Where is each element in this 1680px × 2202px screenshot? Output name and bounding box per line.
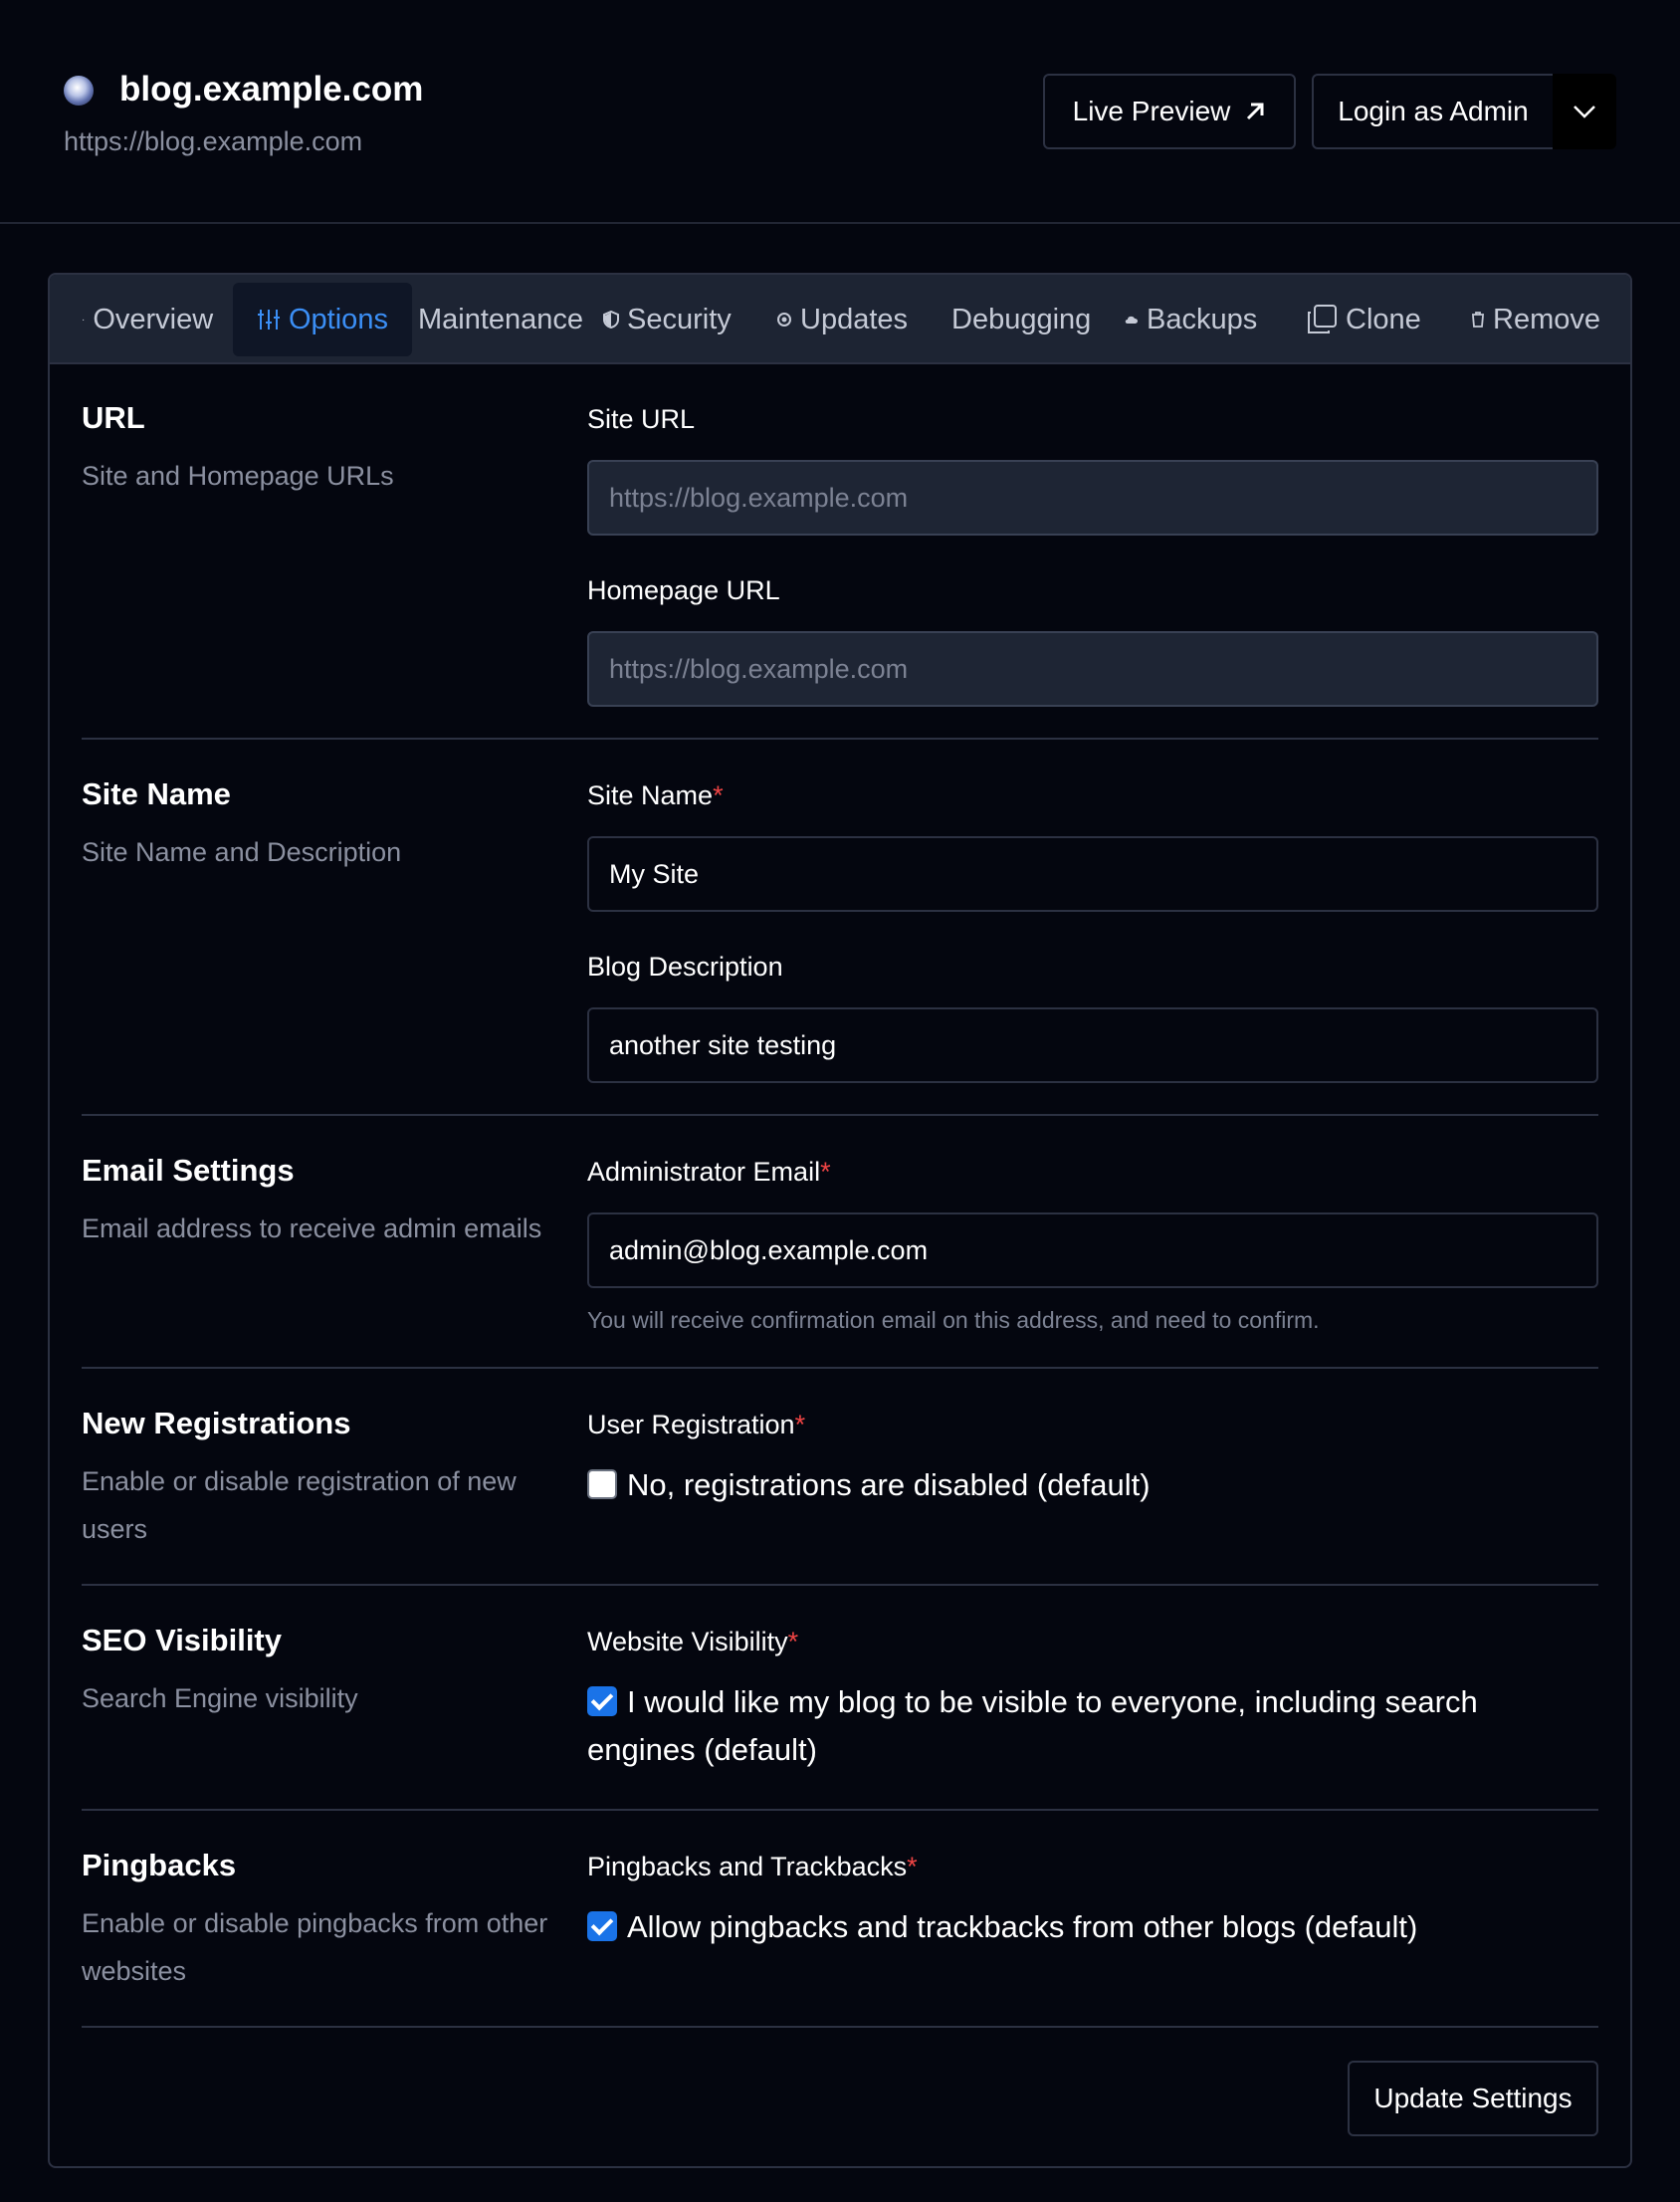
tab-overview[interactable]: · Overview: [82, 283, 213, 356]
tab-label: Clone: [1346, 303, 1421, 335]
live-preview-label: Live Preview: [1072, 96, 1231, 126]
pingbacks-option: Allow pingbacks and trackbacks from othe…: [587, 1903, 1582, 1951]
tab-label: Remove: [1493, 303, 1600, 335]
divider: [82, 1367, 1598, 1369]
tab-bar: · Overview Options Maintenance Security: [50, 275, 1630, 364]
copy-icon: [1308, 305, 1337, 333]
tab-backups[interactable]: Backups: [1125, 283, 1257, 356]
tab-label: Security: [627, 303, 732, 335]
tab-label: Options: [289, 303, 388, 335]
admin-email-input[interactable]: [587, 1212, 1598, 1288]
section-title-pingbacks: Pingbacks: [82, 1848, 237, 1882]
blog-description-input[interactable]: [587, 1007, 1598, 1083]
visibility-option: I would like my blog to be visible to ev…: [587, 1678, 1582, 1774]
divider: [82, 738, 1598, 740]
visibility-checkbox[interactable]: [587, 1686, 617, 1716]
target-icon: [777, 313, 791, 327]
tab-clone[interactable]: Clone: [1306, 283, 1421, 356]
visibility-option-label: I would like my blog to be visible to ev…: [587, 1684, 1478, 1767]
sliders-icon: [258, 310, 280, 330]
tab-security[interactable]: Security: [603, 283, 732, 356]
section-desc-url: Site and Homepage URLs: [82, 461, 394, 491]
blog-description-label: Blog Description: [587, 952, 783, 982]
pingbacks-option-label: Allow pingbacks and trackbacks from othe…: [627, 1909, 1418, 1944]
tab-remove[interactable]: Remove: [1471, 283, 1600, 356]
section-desc-seo: Search Engine visibility: [82, 1683, 358, 1713]
login-admin-button[interactable]: Login as Admin: [1312, 74, 1555, 149]
globe-icon: [64, 76, 94, 106]
pingbacks-label: Pingbacks and Trackbacks*: [587, 1852, 918, 1881]
divider: [82, 2026, 1598, 2028]
tab-label: Backups: [1147, 303, 1258, 335]
tab-updates[interactable]: Updates: [776, 283, 908, 356]
tab-label: Overview: [93, 303, 214, 335]
section-desc-pingbacks: Enable or disable pingbacks from other w…: [82, 1908, 548, 1986]
site-url-input[interactable]: [587, 460, 1598, 536]
required-marker: *: [713, 780, 724, 810]
section-title-url: URL: [82, 400, 145, 435]
required-marker: *: [794, 1410, 806, 1439]
registration-checkbox[interactable]: [587, 1469, 617, 1499]
cloud-icon: [1125, 316, 1138, 324]
site-name-input[interactable]: [587, 836, 1598, 912]
login-admin-label: Login as Admin: [1338, 96, 1529, 126]
required-marker: *: [787, 1627, 799, 1656]
user-registration-label: User Registration*: [587, 1410, 806, 1439]
update-settings-label: Update Settings: [1373, 2083, 1573, 2113]
section-title-email: Email Settings: [82, 1153, 295, 1188]
site-title: blog.example.com: [119, 70, 424, 109]
tab-debugging[interactable]: Debugging: [951, 283, 1091, 356]
tab-maintenance[interactable]: Maintenance: [418, 283, 583, 356]
tab-label: Updates: [800, 303, 909, 335]
registration-option-label: No, registrations are disabled (default): [627, 1467, 1151, 1502]
site-name-label: Site Name*: [587, 780, 724, 810]
site-url-label: Site URL: [587, 404, 696, 434]
live-preview-button[interactable]: Live Preview: [1043, 74, 1296, 149]
website-visibility-label: Website Visibility*: [587, 1627, 799, 1656]
tab-options[interactable]: Options: [233, 283, 412, 356]
section-title-registrations: New Registrations: [82, 1406, 351, 1440]
login-dropdown-button[interactable]: [1553, 74, 1616, 149]
chevron-down-icon: [1574, 106, 1595, 118]
update-settings-button[interactable]: Update Settings: [1348, 2061, 1598, 2136]
section-title-site-name: Site Name: [82, 776, 231, 811]
section-desc-site-name: Site Name and Description: [82, 837, 402, 867]
section-desc-email: Email address to receive admin emails: [82, 1213, 542, 1243]
homepage-url-label: Homepage URL: [587, 575, 780, 605]
site-url: https://blog.example.com: [64, 126, 363, 156]
email-help-text: You will receive confirmation email on t…: [587, 1307, 1320, 1333]
tab-label: Debugging: [951, 303, 1092, 335]
section-desc-registrations: Enable or disable registration of new us…: [82, 1466, 517, 1544]
required-marker: *: [907, 1852, 918, 1881]
homepage-url-input[interactable]: [587, 631, 1598, 707]
divider: [82, 1809, 1598, 1811]
trash-icon: [1472, 312, 1484, 328]
divider: [82, 1114, 1598, 1116]
admin-email-label: Administrator Email*: [587, 1157, 831, 1187]
dot-icon: ·: [82, 314, 86, 326]
tab-label: Maintenance: [418, 303, 584, 335]
divider: [82, 1584, 1598, 1586]
pingbacks-checkbox[interactable]: [587, 1911, 617, 1941]
registration-option: No, registrations are disabled (default): [587, 1461, 1582, 1509]
section-title-seo: SEO Visibility: [82, 1623, 283, 1657]
site-header: blog.example.com https://blog.example.co…: [0, 0, 1680, 224]
external-arrow-icon: [1247, 103, 1264, 120]
shield-icon: [603, 311, 619, 329]
required-marker: *: [820, 1157, 831, 1187]
